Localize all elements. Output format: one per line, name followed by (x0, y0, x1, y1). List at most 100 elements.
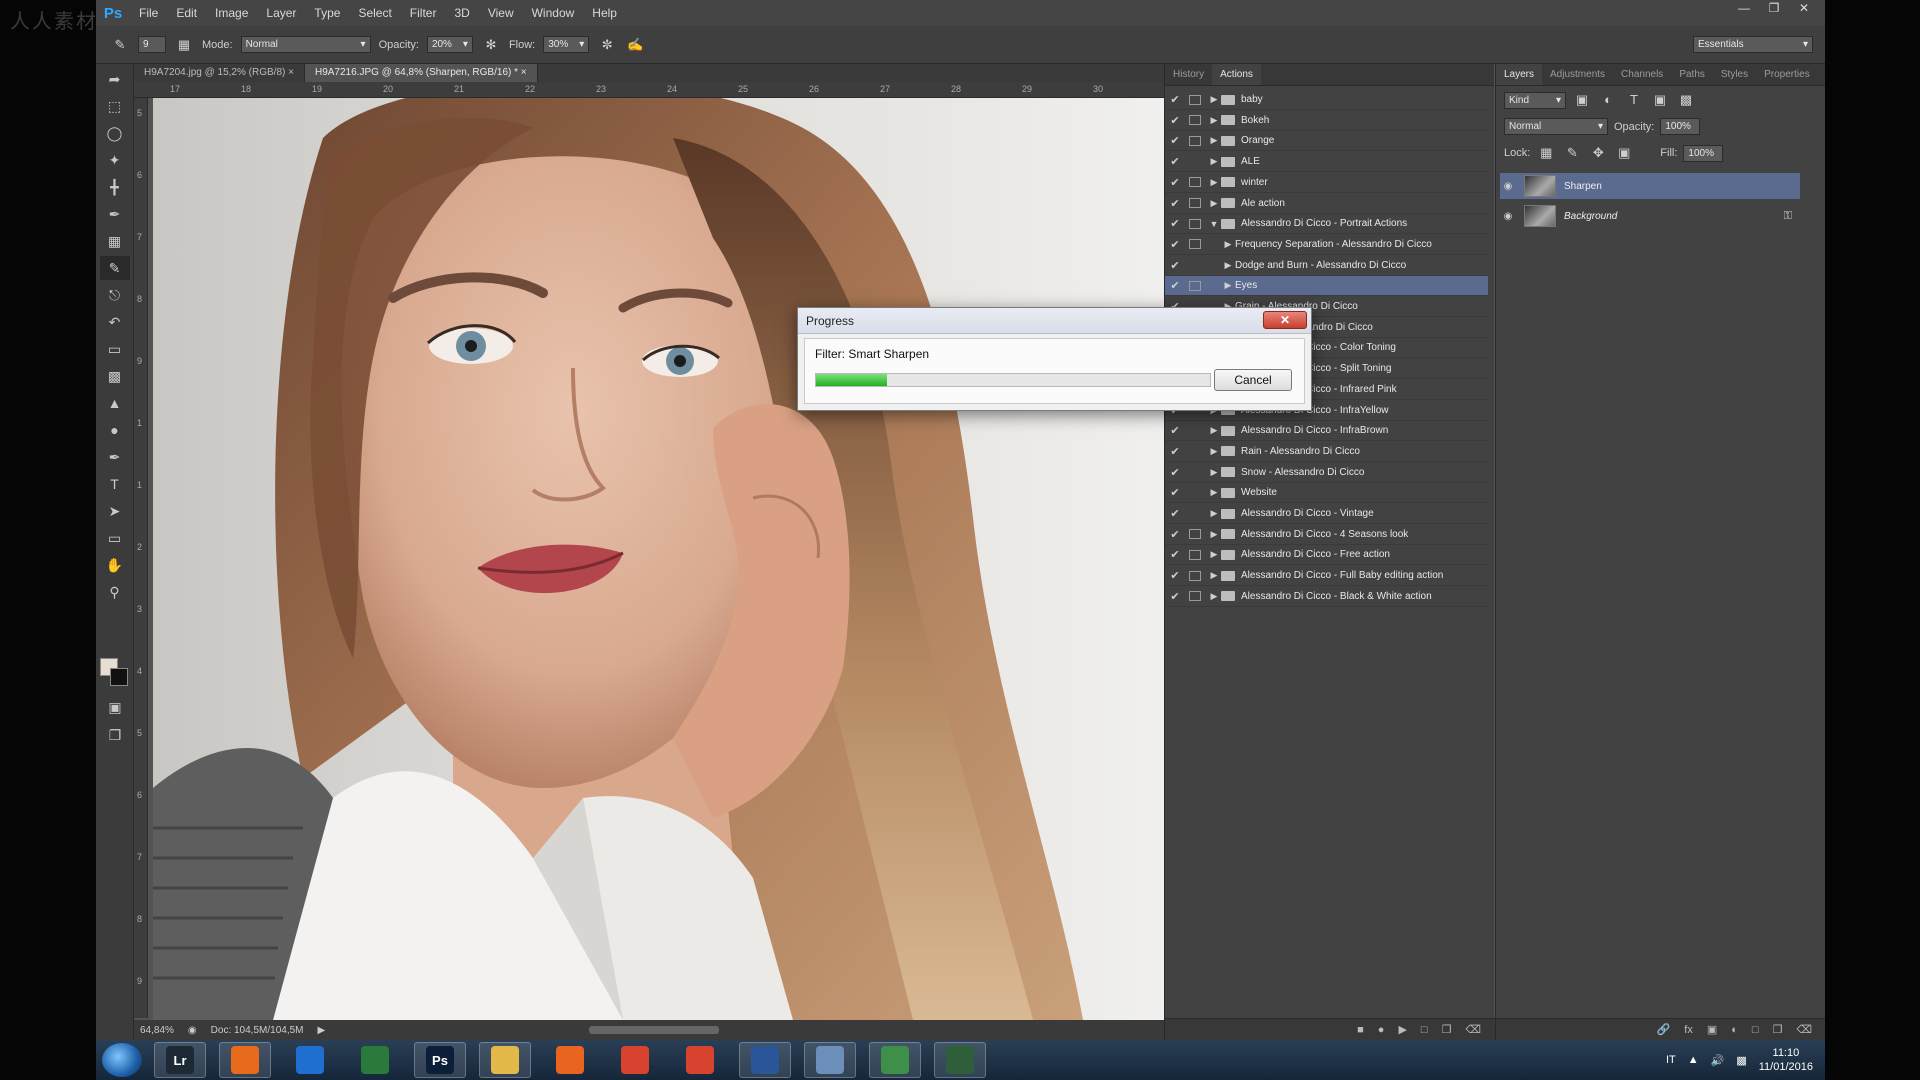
tab-styles[interactable]: Styles (1713, 64, 1756, 85)
brush-size-picker[interactable]: 9 (138, 36, 166, 53)
flow-field[interactable]: 30% ▾ (543, 36, 590, 53)
dialog-toggle-icon[interactable] (1189, 94, 1201, 105)
delete-icon[interactable]: ⌫ (1465, 1023, 1481, 1036)
adjustment-layer-icon[interactable]: ◐ (1731, 1024, 1738, 1036)
workspace-select[interactable]: Essentials ▾ (1693, 36, 1813, 53)
checkmark-icon[interactable]: ✔ (1165, 238, 1185, 251)
dialog-toggle-icon[interactable] (1189, 218, 1201, 229)
menu-edit[interactable]: Edit (167, 0, 206, 26)
menu-file[interactable]: File (130, 0, 167, 26)
gradient-tool-icon[interactable]: ▩ (100, 364, 130, 388)
taskbar-media-icon[interactable] (219, 1042, 271, 1078)
collapsed-triangle-icon[interactable]: ▶ (1207, 115, 1221, 126)
tab-adjustments[interactable]: Adjustments (1542, 64, 1613, 85)
checkmark-icon[interactable]: ✔ (1165, 93, 1185, 106)
dialog-toggle-icon[interactable] (1189, 591, 1201, 602)
checkmark-icon[interactable]: ✔ (1165, 114, 1185, 127)
action-row[interactable]: ✔ ▶ Dodge and Burn - Alessandro Di Cicco (1165, 256, 1488, 276)
dialog-toggle-icon[interactable] (1189, 446, 1201, 456)
new-set-icon[interactable]: □ (1421, 1024, 1428, 1036)
brush-tool-preset-icon[interactable]: ✎ (110, 35, 130, 55)
action-set-row[interactable]: ✔ ▶ ALE (1165, 152, 1488, 173)
dialog-toggle-icon[interactable] (1189, 239, 1201, 250)
eyedropper-tool-icon[interactable]: ✒ (100, 202, 130, 226)
type-tool-icon[interactable]: T (100, 472, 130, 496)
play-icon[interactable]: ▶ (1398, 1023, 1406, 1036)
collapsed-triangle-icon[interactable]: ▶ (1207, 135, 1221, 146)
taskbar-app2-icon[interactable] (934, 1042, 986, 1078)
lock-pixels-icon[interactable]: ✎ (1562, 143, 1582, 163)
menu-help[interactable]: Help (583, 0, 626, 26)
menu-layer[interactable]: Layer (257, 0, 305, 26)
menu-image[interactable]: Image (206, 0, 257, 26)
taskbar-ie-icon[interactable] (284, 1042, 336, 1078)
action-set-row[interactable]: ✔ ▶ Orange (1165, 131, 1488, 152)
smart-object-filter-icon[interactable]: ▩ (1676, 90, 1696, 110)
action-set-row[interactable]: ✔ ▶ Alessandro Di Cicco - Vintage (1165, 504, 1488, 524)
taskbar-word-icon[interactable] (739, 1042, 791, 1078)
dialog-toggle-icon[interactable] (1189, 549, 1201, 560)
dodge-tool-icon[interactable]: ● (100, 418, 130, 442)
action-set-row[interactable]: ✔ ▶ Alessandro Di Cicco - Black & White ac… (1165, 587, 1488, 607)
new-layer-icon[interactable]: ❐ (1773, 1023, 1783, 1036)
checkmark-icon[interactable]: ✔ (1165, 445, 1185, 458)
dialog-close-button[interactable]: ✕ (1263, 311, 1307, 329)
close-window-button[interactable]: ✕ (1791, 0, 1817, 16)
lasso-tool-icon[interactable]: ◯ (100, 121, 130, 145)
dialog-toggle-icon[interactable] (1189, 260, 1201, 270)
close-tab-icon[interactable]: × (518, 67, 527, 78)
blur-tool-icon[interactable]: ▲ (100, 391, 130, 415)
action-set-row[interactable]: ✔ ▶ Ale action (1165, 194, 1488, 214)
collapsed-triangle-icon[interactable]: ▶ (1207, 487, 1221, 498)
dialog-toggle-icon[interactable] (1189, 488, 1201, 498)
menu-type[interactable]: Type (305, 0, 349, 26)
menu-window[interactable]: Window (523, 0, 584, 26)
pressure-size-icon[interactable]: ✍ (625, 35, 645, 55)
action-set-row[interactable]: ✔ ▶ Alessandro Di Cicco - Full Baby editin… (1165, 566, 1488, 587)
action-set-row[interactable]: ✔ ▼ Alessandro Di Cicco - Portrait Actions (1165, 214, 1488, 235)
dialog-toggle-icon[interactable] (1189, 570, 1201, 581)
volume-icon[interactable]: 🔊 (1711, 1054, 1725, 1067)
layer-row[interactable]: ◉ Background ⚿ (1500, 203, 1800, 229)
collapsed-triangle-icon[interactable]: ▶ (1207, 529, 1221, 540)
restore-button[interactable]: ❐ (1761, 0, 1787, 16)
checkmark-icon[interactable]: ✔ (1165, 486, 1185, 499)
menu-select[interactable]: Select (349, 0, 400, 26)
link-layers-icon[interactable]: 🔗 (1657, 1023, 1671, 1036)
pen-tool-icon[interactable]: ✒ (100, 445, 130, 469)
pressure-opacity-icon[interactable]: ✻ (481, 35, 501, 55)
dialog-toggle-icon[interactable] (1189, 280, 1201, 291)
tab-layers[interactable]: Layers (1496, 64, 1543, 85)
zoom-tool-icon[interactable]: ⚲ (100, 580, 130, 604)
taskbar-chrome-icon[interactable] (609, 1042, 661, 1078)
layer-style-icon[interactable]: fx (1684, 1024, 1693, 1036)
start-button[interactable] (102, 1043, 142, 1077)
marquee-tool-icon[interactable]: ⬚ (100, 94, 130, 118)
add-mask-icon[interactable]: ▣ (1707, 1023, 1717, 1036)
background-color-swatch[interactable] (110, 668, 128, 686)
collapsed-triangle-icon[interactable]: ▶ (1207, 570, 1221, 581)
action-set-row[interactable]: ✔ ▶ Alessandro Di Cicco - Free action (1165, 545, 1488, 566)
brush-tool-icon[interactable]: ✎ (99, 256, 130, 280)
action-set-row[interactable]: ✔ ▶ Bokeh (1165, 111, 1488, 131)
dialog-toggle-icon[interactable] (1189, 198, 1201, 208)
history-brush-tool-icon[interactable]: ↶ (100, 310, 130, 334)
dialog-toggle-icon[interactable] (1189, 529, 1201, 540)
menu-3d[interactable]: 3D (445, 0, 478, 26)
checkmark-icon[interactable]: ✔ (1165, 466, 1185, 479)
dialog-toggle-icon[interactable] (1189, 509, 1201, 519)
taskbar-app1-icon[interactable] (869, 1042, 921, 1078)
magic-wand-tool-icon[interactable]: ✦ (100, 148, 130, 172)
brush-panel-icon[interactable]: ▦ (174, 35, 194, 55)
layer-row[interactable]: ◉ Sharpen (1500, 173, 1800, 199)
adjustment-filter-icon[interactable]: ◐ (1598, 90, 1618, 110)
shape-filter-icon[interactable]: ▣ (1650, 90, 1670, 110)
dialog-toggle-icon[interactable] (1189, 135, 1201, 146)
taskbar-ps-icon[interactable]: Ps (414, 1042, 466, 1078)
collapsed-triangle-icon[interactable]: ▶ (1207, 467, 1221, 478)
action-set-row[interactable]: ✔ ▶ Alessandro Di Cicco - InfraBrown (1165, 421, 1488, 442)
path-selection-tool-icon[interactable]: ➤ (100, 499, 130, 523)
checkmark-icon[interactable]: ✔ (1165, 507, 1185, 520)
eye-icon[interactable]: ◉ (1500, 211, 1516, 222)
language-indicator[interactable]: IT (1666, 1054, 1676, 1066)
